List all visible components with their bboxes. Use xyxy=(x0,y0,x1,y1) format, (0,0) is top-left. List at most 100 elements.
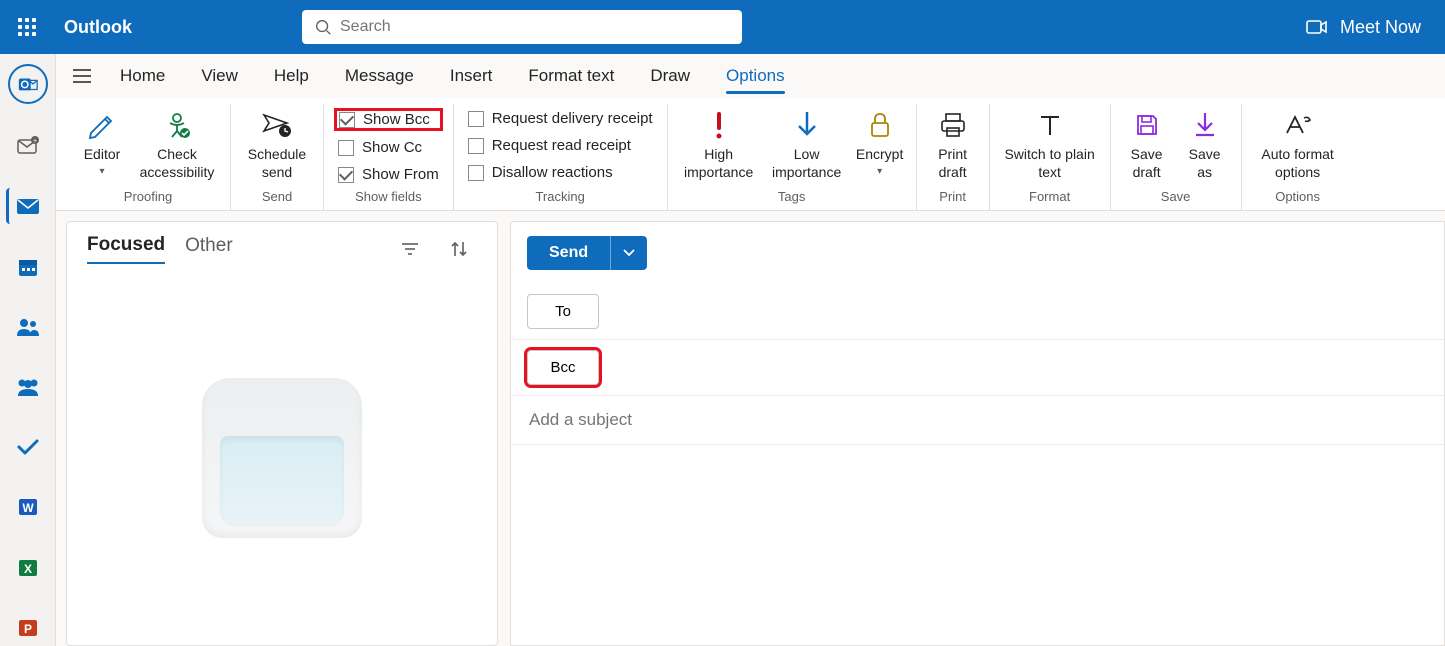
filter-icon xyxy=(401,242,419,256)
bcc-field-row: Bcc xyxy=(511,340,1444,396)
search-box[interactable] xyxy=(302,10,742,44)
group-send: Schedule send Send xyxy=(231,104,324,210)
show-bcc-checkbox[interactable]: Show Bcc xyxy=(334,108,443,131)
schedule-send-button[interactable]: Schedule send xyxy=(241,106,313,181)
to-button[interactable]: To xyxy=(527,294,599,329)
powerpoint-icon[interactable]: P xyxy=(8,610,48,646)
sort-button[interactable] xyxy=(449,240,477,258)
check-accessibility-button[interactable]: Check accessibility xyxy=(134,106,220,181)
checkbox-checked-icon xyxy=(339,112,355,128)
checkbox-icon xyxy=(468,138,484,154)
word-icon[interactable]: W xyxy=(8,489,48,525)
accessibility-icon xyxy=(162,108,192,142)
save-icon xyxy=(1134,108,1160,142)
group-label-tracking: Tracking xyxy=(535,185,584,210)
group-show-fields: Show Bcc Show Cc Show From Show fields xyxy=(324,104,454,210)
group-label-save: Save xyxy=(1161,185,1191,210)
switch-plain-text-button[interactable]: Switch to plain text xyxy=(1000,106,1100,181)
request-delivery-receipt-checkbox[interactable]: Request delivery receipt xyxy=(464,108,657,129)
tab-focused[interactable]: Focused xyxy=(87,234,165,264)
todo-icon[interactable] xyxy=(8,429,48,465)
sort-icon xyxy=(449,240,469,258)
tab-other[interactable]: Other xyxy=(185,235,233,263)
low-importance-button[interactable]: Low importance xyxy=(766,106,848,181)
groups-icon[interactable] xyxy=(8,369,48,405)
tab-message[interactable]: Message xyxy=(327,54,432,98)
schedule-send-icon xyxy=(261,108,293,142)
outlook-app-icon[interactable] xyxy=(8,64,48,104)
send-dropdown[interactable] xyxy=(610,236,647,270)
checkbox-icon xyxy=(468,111,484,127)
group-label-show-fields: Show fields xyxy=(355,185,421,210)
group-label-options: Options xyxy=(1275,185,1320,210)
chevron-down-icon: ▾ xyxy=(877,166,882,179)
group-options: Auto format options Options xyxy=(1242,104,1354,210)
message-list-pane: Focused Other xyxy=(66,221,498,646)
group-proofing: Editor ▾ Check accessibility Proofing xyxy=(66,104,231,210)
high-importance-button[interactable]: High importance xyxy=(678,106,760,181)
tab-view[interactable]: View xyxy=(183,54,256,98)
show-cc-checkbox[interactable]: Show Cc xyxy=(334,137,443,158)
checkbox-icon xyxy=(338,140,354,156)
bcc-input[interactable] xyxy=(615,351,1428,384)
search-input[interactable] xyxy=(340,18,730,36)
group-label-proofing: Proofing xyxy=(124,185,172,210)
print-draft-button[interactable]: Print draft xyxy=(927,106,979,181)
save-as-icon xyxy=(1193,108,1217,142)
tab-draw[interactable]: Draw xyxy=(632,54,708,98)
tab-format-text[interactable]: Format text xyxy=(510,54,632,98)
send-button[interactable]: Send xyxy=(527,236,610,270)
video-camera-icon xyxy=(1306,19,1328,35)
left-rail: + W X P xyxy=(0,54,56,646)
compose-pane: Send To Bcc xyxy=(510,221,1445,646)
tab-help[interactable]: Help xyxy=(256,54,327,98)
request-read-receipt-checkbox[interactable]: Request read receipt xyxy=(464,135,657,156)
save-as-button[interactable]: Save as xyxy=(1179,106,1231,181)
group-label-tags: Tags xyxy=(778,185,805,210)
excel-icon[interactable]: X xyxy=(8,550,48,586)
tab-options[interactable]: Options xyxy=(708,54,803,98)
group-tracking: Request delivery receipt Request read re… xyxy=(454,104,668,210)
show-from-checkbox[interactable]: Show From xyxy=(334,164,443,185)
meet-now-label: Meet Now xyxy=(1340,17,1421,38)
people-icon[interactable] xyxy=(8,309,48,345)
checkbox-icon xyxy=(468,165,484,181)
app-name: Outlook xyxy=(64,17,132,38)
group-format: Switch to plain text Format xyxy=(990,104,1111,210)
checkbox-checked-icon xyxy=(338,167,354,183)
group-print: Print draft Print xyxy=(917,104,990,210)
app-launcher[interactable] xyxy=(0,18,54,36)
auto-format-options-button[interactable]: Auto format options xyxy=(1252,106,1344,181)
subject-input[interactable] xyxy=(529,410,1426,430)
group-label-format: Format xyxy=(1029,185,1070,210)
bcc-button[interactable]: Bcc xyxy=(527,350,599,385)
title-bar: Outlook Meet Now xyxy=(0,0,1445,54)
svg-text:+: + xyxy=(32,138,36,145)
mail-icon[interactable] xyxy=(6,188,46,224)
tab-insert[interactable]: Insert xyxy=(432,54,511,98)
save-draft-button[interactable]: Save draft xyxy=(1121,106,1173,181)
editor-button[interactable]: Editor ▾ xyxy=(76,106,128,178)
editor-icon xyxy=(87,108,117,142)
chevron-down-icon: ▾ xyxy=(99,166,104,179)
hamburger-menu[interactable] xyxy=(62,68,102,84)
menu-tabs: Home View Help Message Insert Format tex… xyxy=(56,54,1445,98)
tab-home[interactable]: Home xyxy=(102,54,183,98)
encrypt-button[interactable]: Encrypt ▾ xyxy=(854,106,906,178)
search-icon xyxy=(314,18,332,36)
waffle-icon xyxy=(18,18,36,36)
new-mail-icon[interactable]: + xyxy=(8,128,48,164)
filter-button[interactable] xyxy=(401,242,429,256)
svg-text:P: P xyxy=(23,622,31,636)
group-label-print: Print xyxy=(939,185,966,210)
svg-text:W: W xyxy=(22,501,34,515)
to-input[interactable] xyxy=(615,295,1428,328)
printer-icon xyxy=(938,108,968,142)
empty-inbox-illustration xyxy=(67,270,497,645)
group-save: Save draft Save as Save xyxy=(1111,104,1242,210)
lock-icon xyxy=(867,108,893,142)
calendar-icon[interactable] xyxy=(8,248,48,284)
auto-format-icon xyxy=(1283,108,1313,142)
disallow-reactions-checkbox[interactable]: Disallow reactions xyxy=(464,162,657,183)
meet-now-button[interactable]: Meet Now xyxy=(1306,17,1421,38)
